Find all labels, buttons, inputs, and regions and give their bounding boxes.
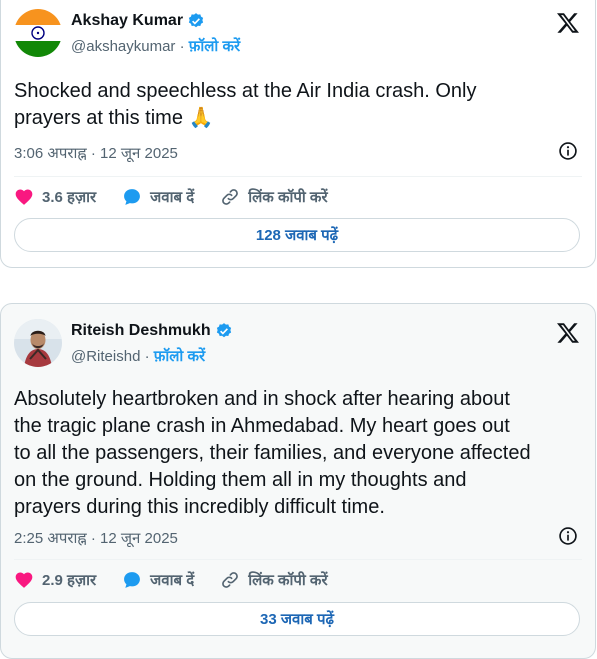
- tweet-actions: 3.6 हज़ार जवाब दें लिंक कॉपी करें: [14, 187, 354, 207]
- copy-link-label: लिंक कॉपी करें: [248, 189, 328, 206]
- tweet-text-line: Absolutely heartbroken and in shock afte…: [14, 388, 510, 410]
- separator-dot: ·: [90, 530, 96, 547]
- copy-link-label: लिंक कॉपी करें: [248, 572, 328, 589]
- tweet-text-line: on the ground. Holding them all in my th…: [14, 469, 467, 491]
- tweet-date: 12 जून 2025: [100, 530, 178, 547]
- info-icon[interactable]: [558, 141, 578, 161]
- reply-bubble-icon: [124, 189, 141, 205]
- tweet-text-line: prayers during this incredibly difficult…: [14, 496, 385, 518]
- tweet-text: Shocked and speechless at the Air India …: [14, 78, 574, 132]
- tweet-timestamp[interactable]: 3:06 अपराह्न · 12 जून 2025: [14, 143, 178, 163]
- separator-dot: ·: [90, 145, 96, 162]
- divider: [14, 176, 582, 177]
- person-avatar-icon: [14, 319, 62, 367]
- copy-link-button[interactable]: लिंक कॉपी करें: [220, 187, 328, 207]
- reply-bubble-icon: [124, 572, 141, 588]
- reply-label: जवाब दें: [150, 189, 195, 206]
- tweet-text-line: to all the passengers, their families, a…: [14, 442, 531, 464]
- info-icon[interactable]: [558, 526, 578, 546]
- like-button[interactable]: 2.9 हज़ार: [14, 570, 96, 590]
- divider: [14, 559, 582, 560]
- copy-link-button[interactable]: लिंक कॉपी करें: [220, 570, 328, 590]
- tweet-text-line: prayers at this time 🙏: [14, 107, 214, 129]
- tweet-actions: 2.9 हज़ार जवाब दें लिंक कॉपी करें: [14, 570, 354, 590]
- tweet-text-line: the tragic plane crash in Ahmedabad. My …: [14, 415, 510, 437]
- tweet-time: 2:25 अपराह्न: [14, 530, 87, 547]
- x-logo-icon[interactable]: [556, 321, 580, 345]
- link-icon: [222, 572, 239, 588]
- author-name[interactable]: Riteish Deshmukh: [71, 322, 211, 340]
- tweet-header: Riteish Deshmukh @Riteishd · फ़ॉलो करें: [14, 319, 584, 375]
- verified-badge-icon: [188, 13, 204, 28]
- separator-dot: ·: [179, 38, 185, 55]
- like-count: 3.6 हज़ार: [42, 189, 97, 206]
- follow-button[interactable]: फ़ॉलो करें: [154, 348, 205, 365]
- like-button[interactable]: 3.6 हज़ार: [14, 187, 96, 207]
- author-handle[interactable]: @Riteishd: [71, 348, 140, 365]
- read-replies-button[interactable]: 33 जवाब पढ़ें: [14, 602, 580, 636]
- avatar[interactable]: [14, 319, 62, 367]
- author-handle[interactable]: @akshaykumar: [71, 38, 175, 55]
- heart-icon: [15, 189, 33, 205]
- reply-button[interactable]: जवाब दें: [122, 570, 194, 590]
- tweet-text-line: Shocked and speechless at the Air India …: [14, 80, 477, 102]
- reply-button[interactable]: जवाब दें: [122, 187, 194, 207]
- reply-label: जवाब दें: [150, 572, 195, 589]
- avatar[interactable]: [14, 9, 62, 57]
- tweet-date: 12 जून 2025: [100, 145, 178, 162]
- tweet-card: Akshay Kumar @akshaykumar · फ़ॉलो करें S…: [0, 0, 596, 268]
- follow-button[interactable]: फ़ॉलो करें: [189, 38, 240, 55]
- heart-icon: [15, 572, 33, 588]
- india-flag-avatar-icon: [14, 9, 62, 57]
- read-replies-button[interactable]: 128 जवाब पढ़ें: [14, 218, 580, 252]
- tweet-text: Absolutely heartbroken and in shock afte…: [14, 386, 574, 521]
- tweet-timestamp[interactable]: 2:25 अपराह्न · 12 जून 2025: [14, 528, 178, 548]
- author-name[interactable]: Akshay Kumar: [71, 12, 183, 30]
- like-count: 2.9 हज़ार: [42, 572, 97, 589]
- tweet-card: Riteish Deshmukh @Riteishd · फ़ॉलो करें …: [0, 303, 596, 659]
- tweet-time: 3:06 अपराह्न: [14, 145, 87, 162]
- x-logo-icon[interactable]: [556, 11, 580, 35]
- link-icon: [222, 189, 239, 205]
- separator-dot: ·: [144, 348, 150, 365]
- tweet-header: Akshay Kumar @akshaykumar · फ़ॉलो करें: [14, 9, 584, 65]
- verified-badge-icon: [216, 323, 231, 338]
